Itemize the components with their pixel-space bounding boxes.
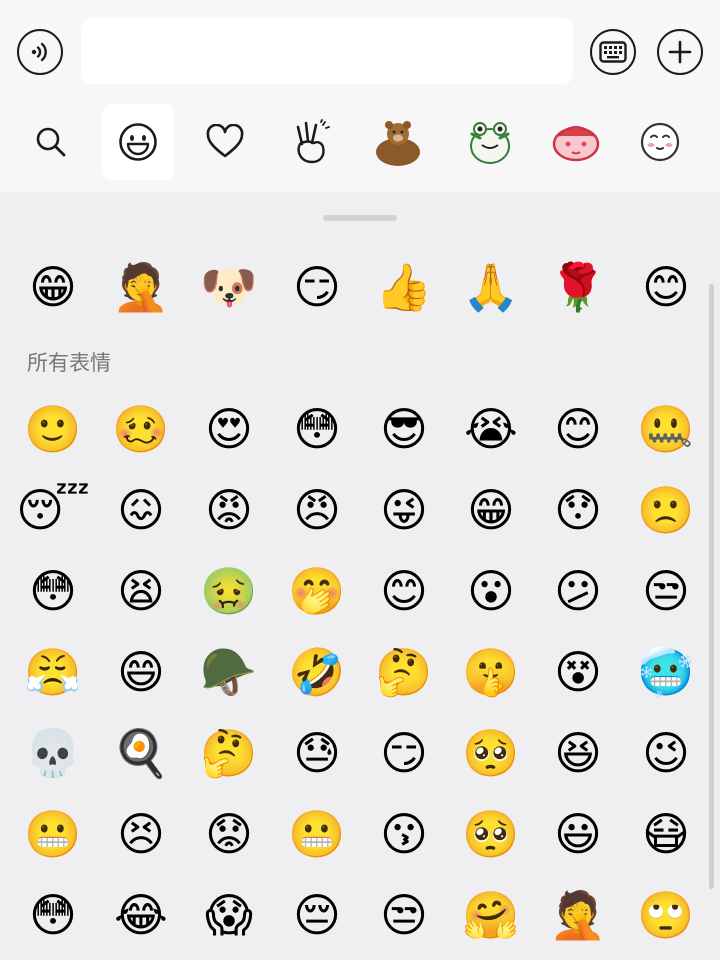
victory-hand-icon <box>296 119 330 164</box>
emoji-item[interactable]: 😃 <box>538 794 618 874</box>
add-button[interactable] <box>657 29 703 75</box>
emoji-item[interactable]: 😳 <box>13 875 93 955</box>
emoji-item[interactable]: 😠 <box>277 470 357 550</box>
emoji-item[interactable]: 🙄 <box>626 875 706 955</box>
keyboard-icon <box>599 41 627 63</box>
emoji-item[interactable]: 😮 <box>451 551 531 631</box>
emoji-item[interactable]: 🤣 <box>277 632 357 712</box>
input-bar <box>0 0 720 100</box>
emoji-item[interactable]: 🤢 <box>189 551 269 631</box>
message-input[interactable] <box>81 18 573 84</box>
emoji-item[interactable]: 😊 <box>538 389 618 469</box>
emoji-item[interactable]: 🤗 <box>451 875 531 955</box>
emoji-item[interactable]: 😆 <box>538 713 618 793</box>
tab-gestures[interactable] <box>276 104 348 180</box>
plus-icon <box>668 40 692 64</box>
emoji-item[interactable]: 🤭 <box>277 551 357 631</box>
emoji-item[interactable]: 🤫 <box>451 632 531 712</box>
emoji-recent-7[interactable]: 🌹 <box>538 247 618 327</box>
emoji-item[interactable]: 😗 <box>364 794 444 874</box>
emoji-item[interactable]: 😔 <box>277 875 357 955</box>
emoji-recent-6[interactable]: 🙏 <box>451 247 531 327</box>
emoji-recent-3[interactable]: 🐶 <box>189 247 269 327</box>
emoji-item[interactable]: 🥶 <box>626 632 706 712</box>
emoji-item[interactable]: 😟 <box>189 794 269 874</box>
emoji-panel: 😁 🤦 🐶 😏 👍 🙏 🌹 😊 所有表情 🙂 🥴 😍 😳 😎 😭 😊 🤐 😴 😖 😡 😠 😜 😁 😯 🙁 😳 😫 🤢… <box>0 192 720 960</box>
emoji-recent-2[interactable]: 🤦 <box>101 247 181 327</box>
smiley-icon <box>119 123 157 161</box>
tab-emoji[interactable] <box>102 104 174 180</box>
section-title-all-emojis: 所有表情 <box>27 351 111 375</box>
emoji-item[interactable]: 😵 <box>538 632 618 712</box>
tab-frog-stickers[interactable] <box>454 104 526 180</box>
emoji-item[interactable]: 😉 <box>626 713 706 793</box>
tab-search[interactable] <box>15 104 87 180</box>
emoji-item[interactable]: 😁 <box>451 470 531 550</box>
emoji-item[interactable]: 😍 <box>189 389 269 469</box>
search-icon <box>36 127 66 157</box>
emoji-item[interactable]: 😯 <box>538 470 618 550</box>
emoji-item[interactable]: 🪖 <box>189 632 269 712</box>
emoji-recent-4[interactable]: 😏 <box>277 247 357 327</box>
emoji-item[interactable]: 🤐 <box>626 389 706 469</box>
emoji-item[interactable]: 😕 <box>538 551 618 631</box>
emoji-item[interactable]: 😣 <box>101 794 181 874</box>
emoji-item[interactable]: 🥺 <box>451 713 531 793</box>
keyboard-button[interactable] <box>590 29 636 75</box>
emoji-item[interactable]: 😒 <box>626 551 706 631</box>
emoji-item[interactable]: 😱 <box>189 875 269 955</box>
heart-icon <box>206 124 244 158</box>
emoji-item[interactable]: 😬 <box>13 794 93 874</box>
emoji-item[interactable]: 😤 <box>13 632 93 712</box>
emoji-item[interactable]: 🍳 <box>101 713 181 793</box>
emoji-item[interactable]: 😄 <box>101 632 181 712</box>
emoji-item[interactable]: 😎 <box>364 389 444 469</box>
emoji-item[interactable]: 🤔 <box>189 713 269 793</box>
emoji-recent-5[interactable]: 👍 <box>364 247 444 327</box>
emoji-item[interactable]: 😖 <box>101 470 181 550</box>
emoji-item[interactable]: 💀 <box>13 713 93 793</box>
emoji-item[interactable]: 😳 <box>277 389 357 469</box>
emoji-item[interactable]: 😳 <box>13 551 93 631</box>
emoji-item[interactable]: 😒 <box>364 875 444 955</box>
tab-bear-stickers[interactable] <box>362 104 434 180</box>
emoji-item[interactable]: 🙁 <box>626 470 706 550</box>
emoji-item[interactable]: 😭 <box>451 389 531 469</box>
scrollbar[interactable] <box>709 284 714 889</box>
emoji-item[interactable]: 😏 <box>364 713 444 793</box>
emoji-item[interactable]: 😫 <box>101 551 181 631</box>
emoji-item[interactable]: 😷 <box>626 794 706 874</box>
emoji-item[interactable]: 😜 <box>364 470 444 550</box>
emoji-item[interactable]: 😴 <box>13 470 93 550</box>
emoji-item[interactable]: 😬 <box>277 794 357 874</box>
emoji-category-tabs <box>0 100 720 192</box>
tab-favorites[interactable] <box>189 104 261 180</box>
emoji-item[interactable]: 🤔 <box>364 632 444 712</box>
pink-sticker-icon <box>552 126 600 162</box>
emoji-item[interactable]: 😂 <box>101 875 181 955</box>
voice-icon <box>31 42 47 62</box>
tab-blush-emoji[interactable] <box>624 104 696 180</box>
tab-pink-stickers[interactable] <box>540 104 612 180</box>
emoji-item[interactable]: 🥺 <box>451 794 531 874</box>
bear-sticker-icon <box>376 121 420 166</box>
drag-handle[interactable] <box>323 215 397 221</box>
emoji-recent-8[interactable]: 😊 <box>626 247 706 327</box>
voice-input-button[interactable] <box>17 29 63 75</box>
emoji-item[interactable]: 🤦 <box>538 875 618 955</box>
emoji-item[interactable]: 😊 <box>364 551 444 631</box>
emoji-item[interactable]: 😓 <box>277 713 357 793</box>
frog-sticker-icon <box>470 122 510 164</box>
blush-face-icon <box>640 122 680 162</box>
emoji-recent-1[interactable]: 😁 <box>13 247 93 327</box>
emoji-item[interactable]: 😡 <box>189 470 269 550</box>
emoji-item[interactable]: 🥴 <box>101 389 181 469</box>
emoji-item[interactable]: 🙂 <box>13 389 93 469</box>
